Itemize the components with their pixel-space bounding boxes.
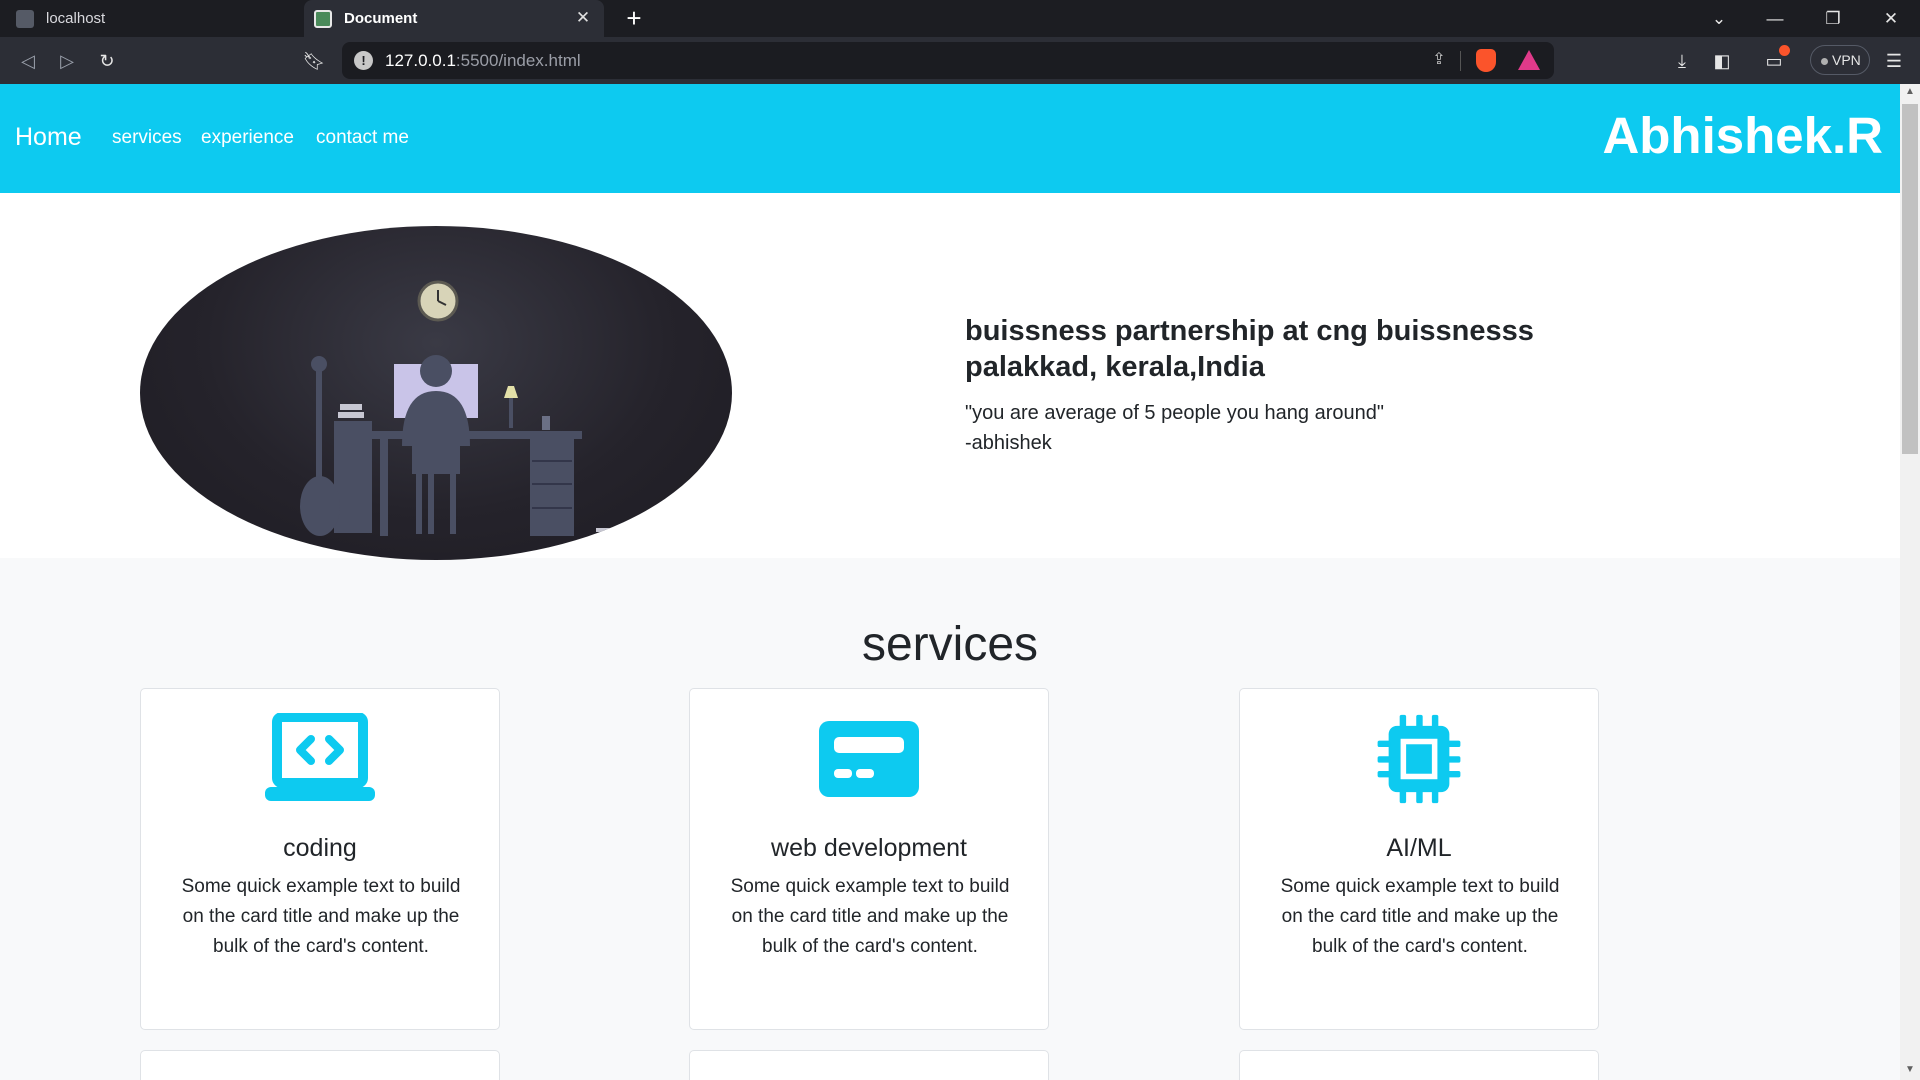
forward-button[interactable]: ▷ xyxy=(53,47,81,75)
hero-title-line-2: palakkad, kerala,India xyxy=(965,351,1265,383)
laptop-code-icon xyxy=(265,713,375,801)
favicon-icon xyxy=(314,9,332,28)
sidebar-icon[interactable]: ◧ xyxy=(1708,47,1736,75)
browser-toolbar: ◁ ▷ ↻ 🔖︎ ! 127.0.0.1:5500/index.html ⇪ ⤓… xyxy=(0,37,1920,84)
close-window-button[interactable]: ✕ xyxy=(1868,0,1914,37)
hero-quote: "you are average of 5 people you hang ar… xyxy=(965,398,1384,458)
nav-link-services[interactable]: services xyxy=(112,127,182,149)
browser-tab-localhost[interactable]: localhost xyxy=(0,0,300,37)
brave-rewards-icon[interactable] xyxy=(1518,50,1540,70)
quote-text: "you are average of 5 people you hang ar… xyxy=(965,402,1384,424)
navbar: Home services experience contact me Abhi… xyxy=(0,84,1900,193)
divider xyxy=(1460,51,1461,71)
minimize-button[interactable]: — xyxy=(1752,0,1798,37)
service-card-partial xyxy=(689,1050,1049,1080)
service-card-ai-ml: AI/ML Some quick example text to build o… xyxy=(1239,688,1599,1030)
service-card-coding: coding Some quick example text to build … xyxy=(140,688,500,1030)
tab-title: localhost xyxy=(46,10,106,27)
browser-tab-bar: localhost Document ✕ + ⌄ — ❐ ✕ xyxy=(0,0,1920,37)
card-title: AI/ML xyxy=(1386,834,1452,862)
tab-title: Document xyxy=(344,10,418,27)
brave-shields-icon[interactable] xyxy=(1476,49,1496,72)
hero-section: buissness partnership at cng buissnesss … xyxy=(0,193,1900,560)
reload-button[interactable]: ↻ xyxy=(93,47,121,75)
scroll-up-arrow-icon[interactable]: ▲ xyxy=(1905,86,1915,97)
hero-title: buissness partnership at cng buissnesss … xyxy=(965,313,1534,385)
developer-at-desk-illustration xyxy=(300,280,618,544)
nav-home-link[interactable]: Home xyxy=(15,123,82,152)
nav-link-experience[interactable]: experience xyxy=(201,127,294,149)
services-heading: services xyxy=(861,618,1039,671)
brand-name: Abhishek.R xyxy=(1602,107,1883,164)
scrollbar-thumb[interactable] xyxy=(1902,104,1918,454)
tab-search-chevron-icon[interactable]: ⌄ xyxy=(1696,0,1742,37)
site-info-icon[interactable]: ! xyxy=(354,51,373,70)
service-card-partial xyxy=(1239,1050,1599,1080)
card-text: Some quick example text to build on the … xyxy=(1280,876,1560,957)
page-content: Home services experience contact me Abhi… xyxy=(0,84,1900,1080)
vpn-button[interactable]: VPN xyxy=(1810,45,1870,75)
download-icon[interactable]: ⤓ xyxy=(1668,47,1696,75)
address-bar[interactable]: ! 127.0.0.1:5500/index.html ⇪ xyxy=(342,42,1554,79)
notification-badge xyxy=(1779,45,1790,56)
new-tab-button[interactable]: + xyxy=(620,4,648,32)
browser-tab-document[interactable]: Document ✕ xyxy=(304,0,604,37)
service-card-web-development: web development Some quick example text … xyxy=(689,688,1049,1030)
card-text: Some quick example text to build on the … xyxy=(730,876,1010,957)
quote-author: -abhishek xyxy=(965,432,1052,454)
service-card-partial xyxy=(140,1050,500,1080)
hero-title-line-1: buissness partnership at cng buissnesss xyxy=(965,315,1534,347)
nav-link-contact[interactable]: contact me xyxy=(316,127,409,149)
cpu-chip-icon xyxy=(1377,714,1461,804)
favicon-icon xyxy=(16,9,34,28)
url-text[interactable]: 127.0.0.1:5500/index.html xyxy=(385,51,581,71)
vpn-status-icon xyxy=(1821,57,1828,65)
restore-button[interactable]: ❐ xyxy=(1810,0,1856,37)
card-text: Some quick example text to build on the … xyxy=(181,876,461,957)
card-title: coding xyxy=(283,834,357,862)
card-title: web development xyxy=(771,834,967,862)
close-tab-icon[interactable]: ✕ xyxy=(574,9,592,27)
share-icon[interactable]: ⇪ xyxy=(1428,49,1450,71)
back-button[interactable]: ◁ xyxy=(14,47,42,75)
credit-card-icon xyxy=(819,721,919,797)
menu-icon[interactable]: ☰ xyxy=(1880,47,1908,75)
scroll-down-arrow-icon[interactable]: ▼ xyxy=(1905,1064,1915,1075)
bookmark-icon[interactable]: 🔖︎ xyxy=(300,47,328,75)
hero-illustration xyxy=(140,226,732,560)
